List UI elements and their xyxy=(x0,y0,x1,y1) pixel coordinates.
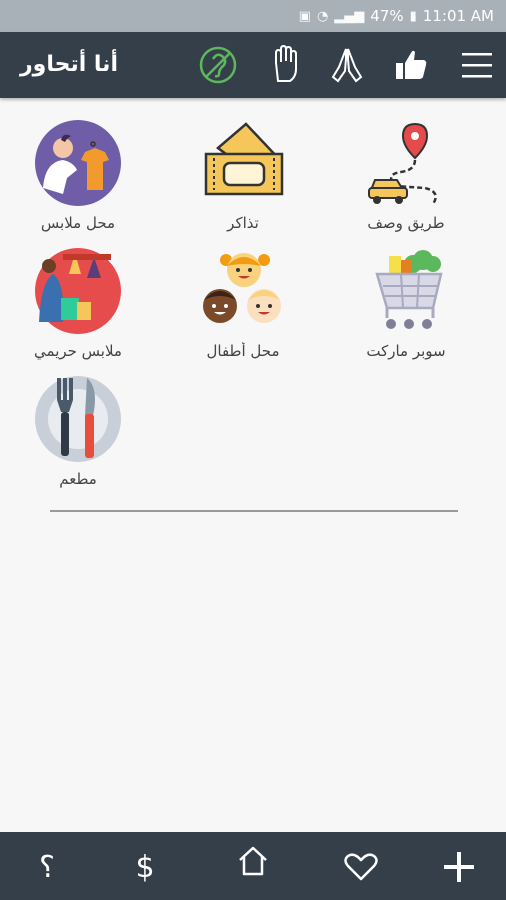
thumbs-up-button[interactable] xyxy=(389,43,433,87)
kids-shop-icon xyxy=(203,253,281,323)
home-button[interactable] xyxy=(228,836,278,886)
status-bar: ▣ ◔ ▂▄▆ 47% ▮ 11:01 AM xyxy=(0,0,506,32)
raised-hand-icon xyxy=(275,45,297,82)
app-title: أنا أتحاور xyxy=(20,52,118,77)
clock: 11:01 AM xyxy=(422,7,494,25)
category-label: محل أطفال xyxy=(206,342,280,360)
signal-icon: ▂▄▆ xyxy=(334,8,365,24)
wifi-icon: ◔ xyxy=(316,8,329,24)
battery-icon: ▮ xyxy=(409,8,417,24)
raised-hand-button[interactable] xyxy=(264,43,308,87)
category-label: طريق وصف xyxy=(367,214,445,232)
deaf-ear-icon xyxy=(199,46,237,84)
dollar-icon: $ xyxy=(135,849,155,885)
heart-icon xyxy=(344,853,378,881)
help-button[interactable]: ؟ xyxy=(22,842,72,892)
praying-hands-icon xyxy=(331,48,363,83)
category-label: تذاكر xyxy=(227,214,259,232)
praying-hands-button[interactable] xyxy=(325,43,369,87)
add-button[interactable] xyxy=(434,842,484,892)
category-label: ملابس حريمي xyxy=(34,342,122,360)
deaf-ear-button[interactable] xyxy=(196,43,240,87)
question-icon: ؟ xyxy=(39,849,55,885)
women-clothing-icon xyxy=(35,248,121,334)
divider xyxy=(50,510,458,512)
battery-percent: 47% xyxy=(370,7,404,25)
app-bar: أنا أتحاور xyxy=(0,32,506,98)
home-icon xyxy=(239,846,267,876)
supermarket-cart-icon xyxy=(375,250,443,329)
category-label: محل ملابس xyxy=(40,214,116,232)
category-clothing-shop[interactable]: محل ملابس xyxy=(3,118,153,232)
menu-icon xyxy=(462,53,492,78)
category-label: سوبر ماركت xyxy=(366,342,446,360)
menu-button[interactable] xyxy=(455,43,499,87)
category-supermarket[interactable]: سوبر ماركت xyxy=(331,246,481,360)
category-restaurant[interactable]: مطعم xyxy=(3,374,153,488)
clothing-shop-icon xyxy=(35,120,121,206)
bottom-nav: ؟ $ xyxy=(0,832,506,900)
category-women-clothing[interactable]: ملابس حريمي xyxy=(3,246,153,360)
tickets-icon xyxy=(204,122,284,196)
category-tickets[interactable]: تذاكر xyxy=(168,118,318,232)
price-button[interactable]: $ xyxy=(120,842,170,892)
favorites-button[interactable] xyxy=(336,842,386,892)
thumbs-up-icon xyxy=(396,50,427,79)
directions-car-icon xyxy=(368,122,437,205)
plus-icon xyxy=(444,852,474,882)
restaurant-icon xyxy=(35,376,121,462)
category-kids-shop[interactable]: محل أطفال xyxy=(168,246,318,360)
sim-icon: ▣ xyxy=(298,8,311,24)
category-label: مطعم xyxy=(59,470,97,488)
category-directions[interactable]: طريق وصف xyxy=(331,118,481,232)
